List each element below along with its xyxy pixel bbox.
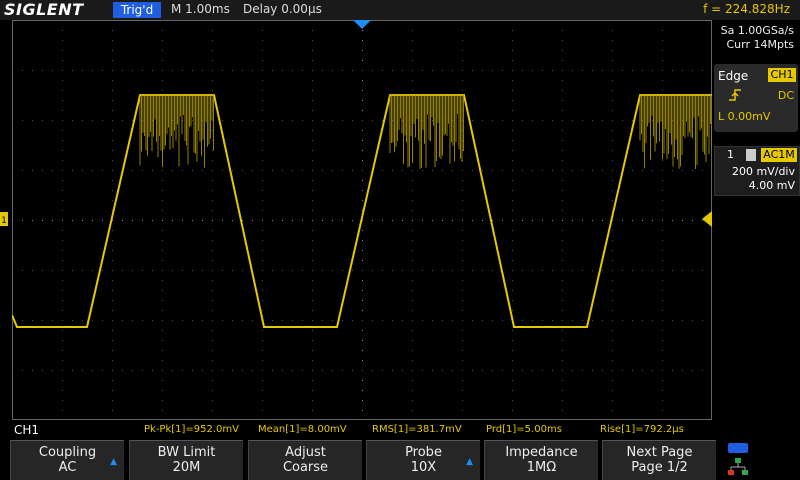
cycle-arrow-icon: ▲ (110, 457, 117, 467)
sample-rate: Sa 1.00GSa/s (720, 24, 794, 37)
trigger-type: Edge (718, 69, 749, 83)
channel-number: 1 (727, 148, 734, 161)
softkey-label: Impedance (505, 445, 578, 460)
svg-text:1: 1 (1, 216, 7, 226)
channel-offset: 4.00 mV (748, 179, 795, 192)
trigger-position-marker-icon[interactable] (353, 20, 371, 30)
waveform-display[interactable] (12, 20, 712, 420)
trigger-coupling: DC (777, 89, 794, 102)
trigger-level: L 0.00mV (718, 110, 771, 123)
softkey-label: Next Page (626, 445, 693, 460)
softkey-coupling[interactable]: Coupling AC ▲ (10, 440, 124, 480)
softkey-next-page[interactable]: Next Page Page 1/2 (602, 440, 716, 480)
measurement-period: Prd[1]=5.00ms (486, 424, 562, 435)
softkey-value: 20M (172, 460, 201, 475)
bandwidth-icon (746, 149, 756, 161)
softkey-value: AC (58, 460, 77, 475)
timebase-readout: M 1.00ms (171, 2, 230, 16)
channel-coupling: AC1M (761, 148, 797, 162)
softkey-adjust[interactable]: Adjust Coarse (248, 440, 362, 480)
delay-readout: Delay 0.00µs (243, 2, 322, 16)
usb-icon (728, 443, 748, 453)
trigger-status-badge: Trig'd (113, 2, 161, 18)
channel-label: CH1 (14, 423, 40, 437)
softkey-label: Adjust (285, 445, 326, 460)
brand-logo: SIGLENT (4, 0, 84, 19)
softkey-value: Page 1/2 (631, 460, 688, 475)
memory-depth: Curr 14Mpts (726, 38, 794, 51)
softkey-value: 10X (410, 460, 437, 475)
measurement-rise: Rise[1]=792.2µs (600, 424, 684, 435)
measurement-rms: RMS[1]=381.7mV (372, 424, 462, 435)
softkey-probe[interactable]: Probe 10X ▲ (366, 440, 480, 480)
softkey-value: Coarse (282, 460, 329, 475)
cycle-arrow-icon: ▲ (466, 457, 473, 467)
measurement-pkpk: Pk-Pk[1]=952.0mV (144, 424, 240, 435)
trigger-panel[interactable]: Edge CH1 DC L 0.00mV (714, 64, 798, 132)
trigger-edge-rising-icon (729, 89, 741, 101)
trigger-source: CH1 (768, 68, 796, 82)
volts-per-div: 200 mV/div (732, 165, 795, 178)
frequency-readout: f = 224.828Hz (703, 2, 790, 16)
softkey-label: BW Limit (157, 445, 216, 460)
network-icon (728, 458, 748, 475)
top-status-bar: SIGLENT Trig'd M 1.00ms Delay 0.00µs f =… (0, 0, 800, 20)
waveform-svg (12, 20, 712, 420)
softkey-value: 1MΩ (526, 460, 557, 475)
softkey-impedance[interactable]: Impedance 1MΩ (484, 440, 598, 480)
softkey-bar: Coupling AC ▲ BW Limit 20M Adjust Coarse… (10, 440, 722, 480)
channel-ground-marker-icon[interactable]: 1 (0, 212, 10, 226)
softkey-bw-limit[interactable]: BW Limit 20M (129, 440, 243, 480)
measurement-mean: Mean[1]=8.00mV (258, 424, 347, 435)
softkey-label: Probe (405, 445, 442, 460)
softkey-label: Coupling (38, 445, 97, 460)
channel-panel[interactable]: 1 AC1M 200 mV/div 4.00 mV (714, 146, 800, 196)
trigger-level-marker-icon[interactable] (702, 211, 712, 227)
